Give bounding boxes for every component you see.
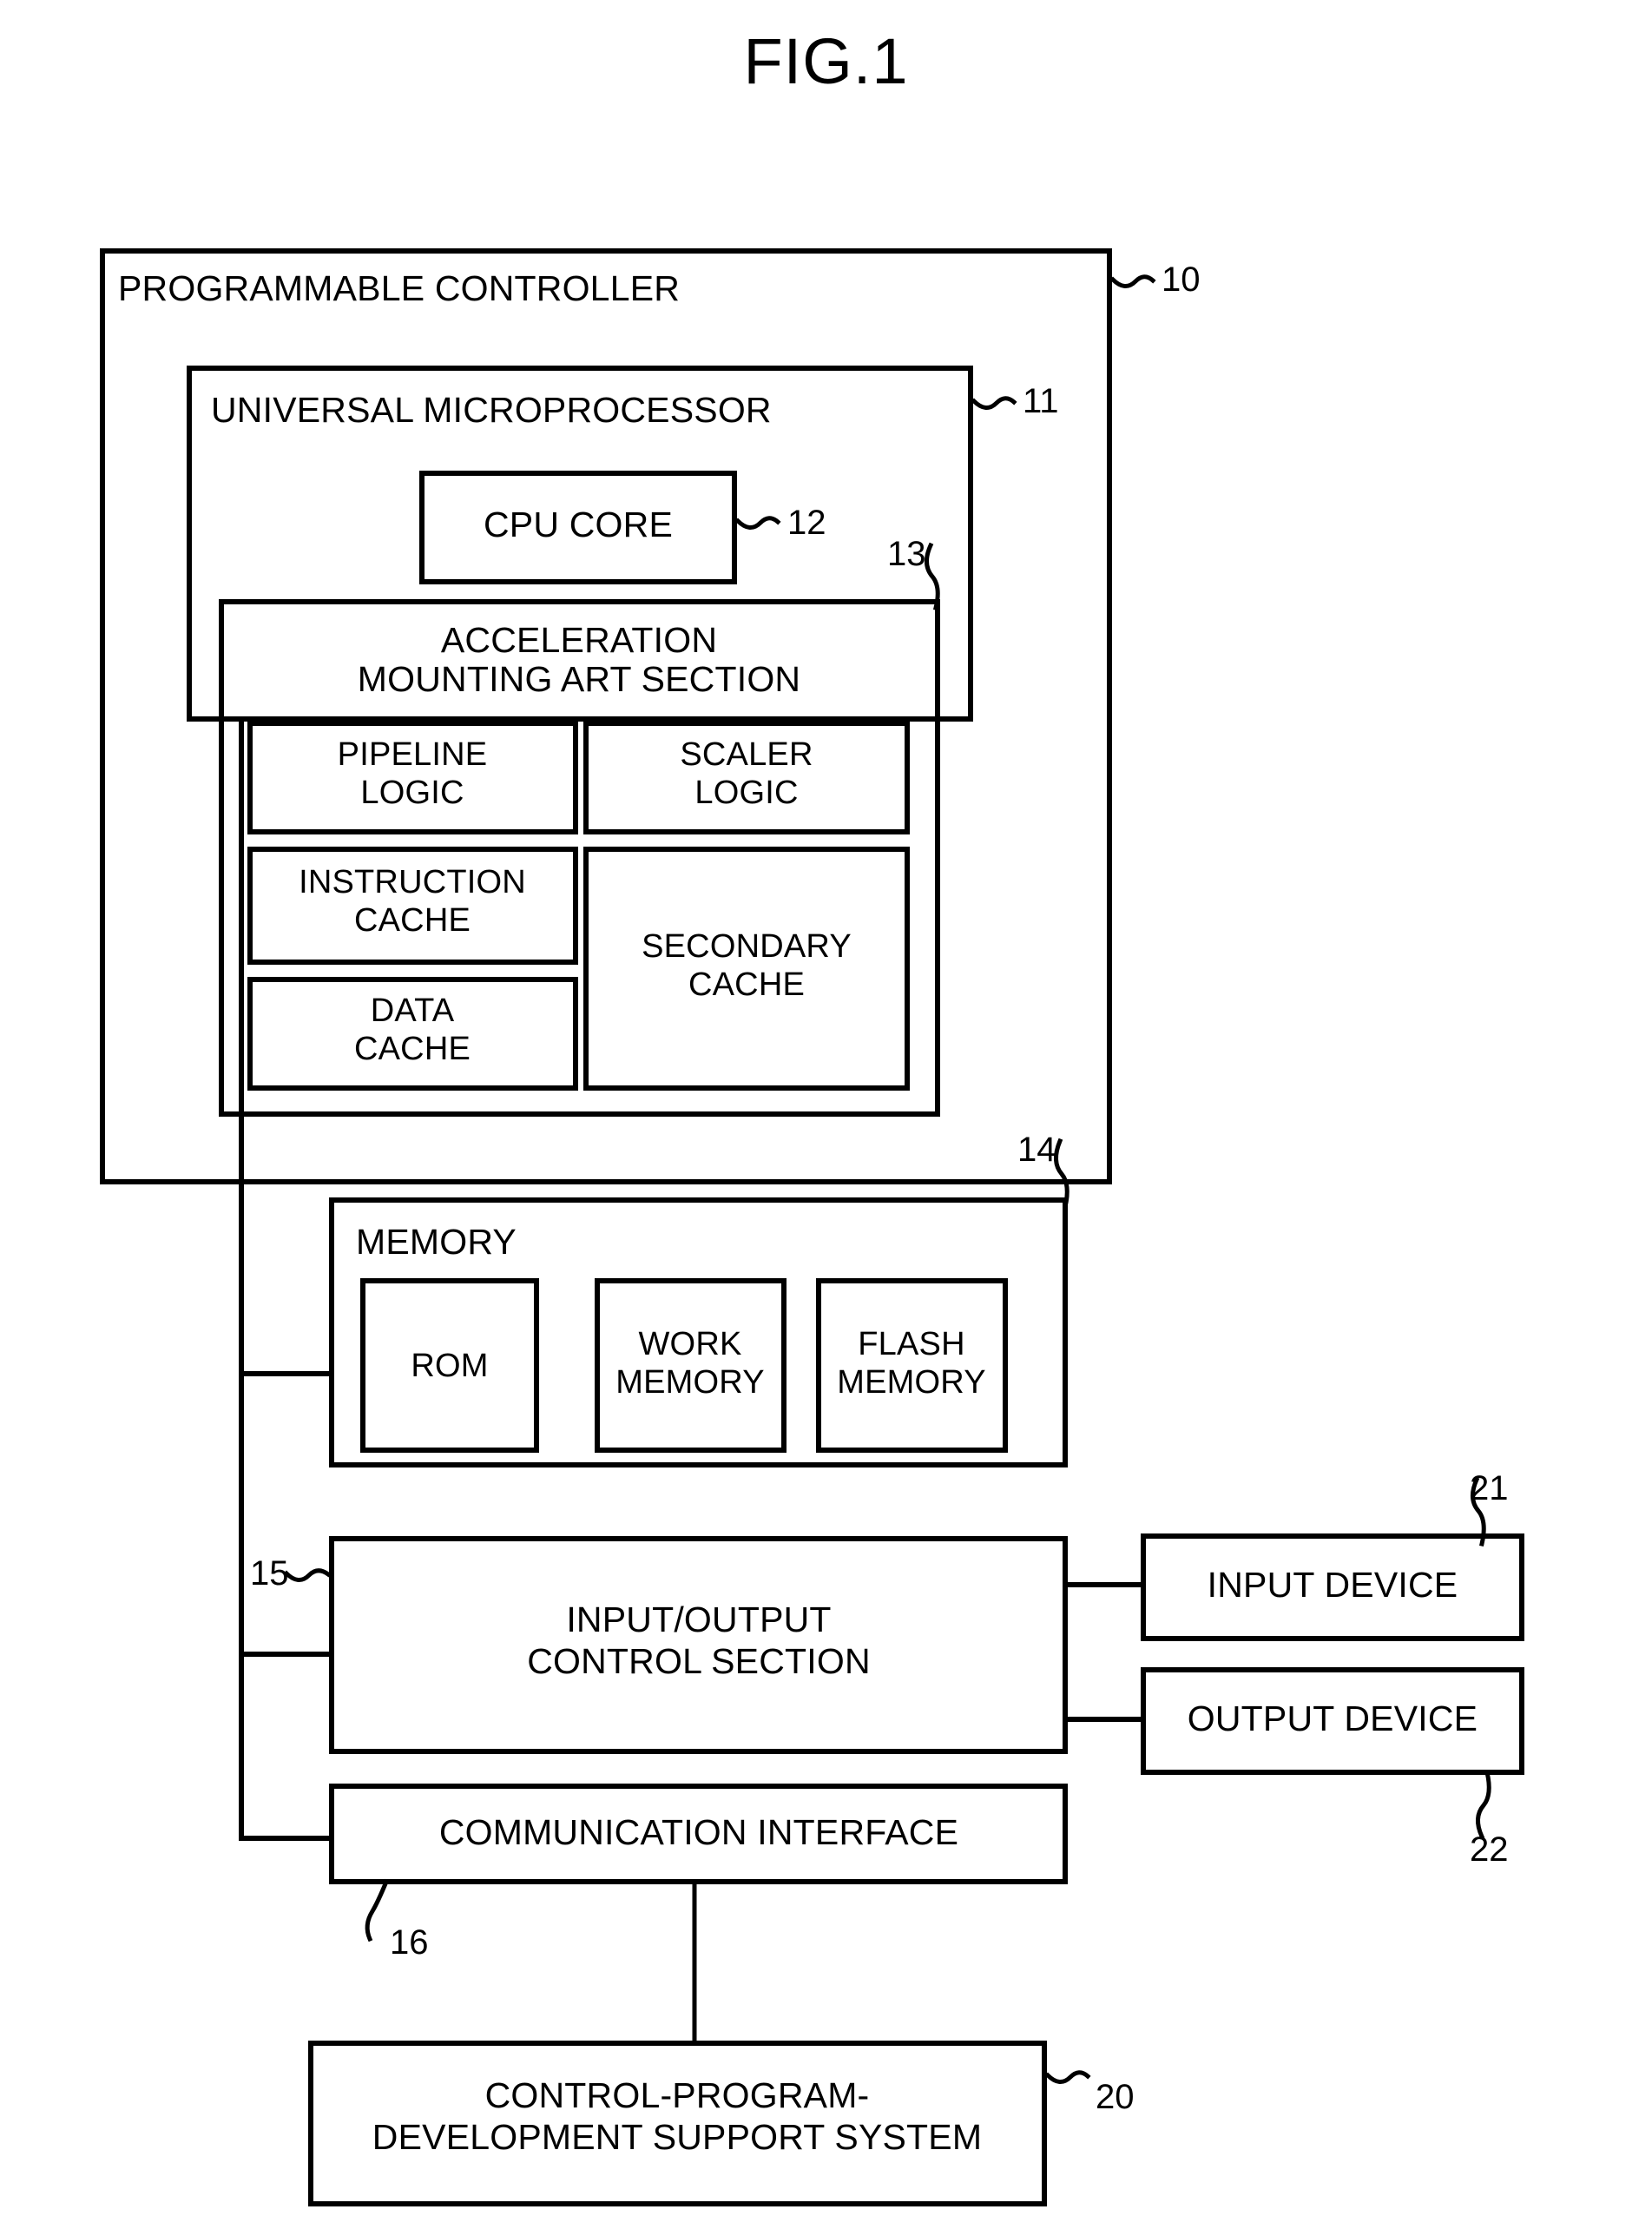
- label-flash-memory-line2: MEMORY: [837, 1364, 986, 1401]
- label-output-device: OUTPUT DEVICE: [1187, 1698, 1478, 1738]
- label-universal-microprocessor: UNIVERSAL MICROPROCESSOR: [211, 390, 772, 430]
- leader-squiggle-12: [734, 516, 781, 530]
- ref-10: 10: [1162, 261, 1201, 299]
- leader-squiggle-13: [925, 542, 940, 611]
- label-communication-interface: COMMUNICATION INTERFACE: [438, 1812, 959, 1852]
- ref-14: 14: [1017, 1131, 1056, 1169]
- label-io-control-section-line1: INPUT/OUTPUT: [566, 1599, 832, 1639]
- ref-11: 11: [1023, 382, 1059, 420]
- leader-squiggle-20: [1044, 2070, 1091, 2084]
- label-pipeline-logic-line2: LOGIC: [360, 775, 464, 811]
- label-instruction-cache-line2: CACHE: [353, 902, 471, 939]
- leader-squiggle-14: [1054, 1138, 1070, 1210]
- label-work-memory-line2: MEMORY: [615, 1364, 765, 1401]
- ref-22: 22: [1470, 1830, 1509, 1869]
- label-acceleration-section-line1: ACCELERATION: [440, 620, 718, 660]
- label-scaler-logic-line2: LOGIC: [694, 775, 799, 811]
- leader-squiggle-10: [1109, 274, 1156, 288]
- label-data-cache-line1: DATA: [370, 993, 455, 1029]
- ref-20: 20: [1096, 2078, 1135, 2116]
- label-io-control-section-line2: CONTROL SECTION: [527, 1641, 871, 1681]
- label-pipeline-logic-line1: PIPELINE: [337, 736, 488, 773]
- leader-squiggle-11: [971, 396, 1017, 410]
- figure-root: FIG.1 PROGRAMMABLE CONTROLLER 10 UNIVERS…: [0, 0, 1652, 2216]
- label-support-system-line2: DEVELOPMENT SUPPORT SYSTEM: [372, 2117, 983, 2157]
- diagram-lines: [100, 248, 1524, 2206]
- ref-12: 12: [787, 504, 826, 542]
- label-support-system-line1: CONTROL-PROGRAM-: [484, 2075, 870, 2115]
- label-work-memory-line1: WORK: [638, 1326, 742, 1362]
- ref-13: 13: [887, 535, 926, 573]
- label-secondary-cache-line1: SECONDARY: [642, 928, 852, 965]
- leader-squiggle-15: [283, 1568, 332, 1582]
- label-instruction-cache-line1: INSTRUCTION: [299, 864, 526, 900]
- label-programmable-controller: PROGRAMMABLE CONTROLLER: [118, 268, 681, 308]
- leader-squiggle-22: [1476, 1770, 1491, 1840]
- ref-21: 21: [1470, 1469, 1509, 1507]
- label-data-cache-line2: CACHE: [353, 1031, 471, 1067]
- label-flash-memory-line1: FLASH: [858, 1326, 965, 1362]
- label-memory: MEMORY: [356, 1222, 517, 1262]
- label-input-device: INPUT DEVICE: [1207, 1565, 1458, 1605]
- label-cpu-core: CPU CORE: [483, 505, 674, 544]
- ref-16: 16: [390, 1923, 429, 1962]
- label-acceleration-section-line2: MOUNTING ART SECTION: [357, 659, 801, 699]
- label-secondary-cache-line2: CACHE: [688, 966, 806, 1003]
- ref-15: 15: [250, 1554, 289, 1593]
- label-rom: ROM: [411, 1348, 489, 1384]
- leader-squiggle-16: [365, 1878, 390, 1942]
- label-scaler-logic-line1: SCALER: [680, 736, 813, 773]
